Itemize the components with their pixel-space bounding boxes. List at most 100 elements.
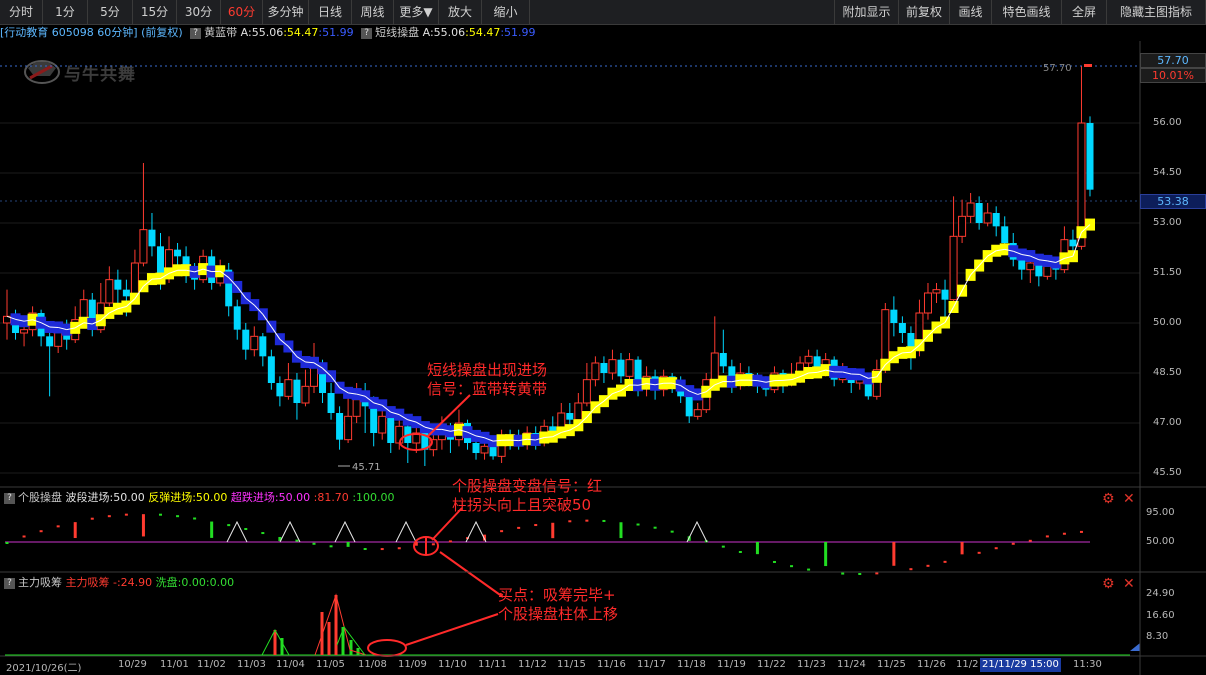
help-icon[interactable]: ? — [4, 577, 15, 589]
candle-body — [20, 329, 29, 334]
candle-body — [992, 213, 1000, 227]
annotation-short-signal: 短线操盘出现进场 信号：蓝带转黄带 — [427, 361, 547, 399]
oscillator-dot — [909, 568, 913, 571]
oscillator-dot — [380, 548, 384, 551]
oscillator-dot — [193, 517, 197, 520]
candle-body — [566, 413, 574, 420]
price-tick: 48.50 — [1153, 367, 1182, 378]
annotation-change-signal: 个股操盘变盘信号：红 柱拐头向上且突破50 — [452, 477, 602, 515]
x-axis-label: 11/16 — [597, 659, 626, 670]
p2-value1: :50.00 — [109, 491, 145, 504]
x-axis-label: 11/11 — [478, 659, 507, 670]
oscillator-dot — [534, 524, 538, 527]
oscillator-bar — [1028, 539, 1032, 542]
triangle-signal — [395, 520, 417, 543]
x-axis-label: 11/22 — [757, 659, 786, 670]
x-axis-label: 11/02 — [197, 659, 226, 670]
price-tick: 45.50 — [1153, 467, 1182, 478]
min-price-marker: 45.71 — [352, 462, 381, 473]
oscillator-dot — [244, 528, 248, 531]
candle-body — [617, 359, 625, 377]
p3-label2: 洗盘 — [155, 576, 178, 589]
x-axis-label: 11/12 — [518, 659, 547, 670]
panel2-close-icon[interactable]: ✕ — [1123, 491, 1135, 507]
annotation-line: 短线操盘出现进场 — [427, 361, 548, 379]
candle-body — [327, 393, 335, 414]
candle-body — [890, 309, 898, 324]
p3-value3: :0.00 — [205, 576, 235, 589]
candle-body — [949, 235, 958, 301]
panel3-close-icon[interactable]: ✕ — [1123, 576, 1135, 592]
x-axis-label: 11/17 — [637, 659, 666, 670]
candle-body — [156, 246, 164, 277]
oscillator-bar — [141, 514, 145, 537]
panel2-settings-icon[interactable]: ⚙ — [1102, 491, 1115, 507]
x-axis-label: 10/29 — [118, 659, 147, 670]
oscillator-dot — [772, 560, 776, 563]
x-axis-label: 11/10 — [438, 659, 467, 670]
oscillator-dot — [329, 545, 333, 548]
candle-body — [1026, 262, 1035, 271]
panel3-settings-icon[interactable]: ⚙ — [1102, 576, 1115, 592]
candle-body — [139, 229, 148, 264]
candle-body — [122, 289, 130, 297]
oscillator-dot — [90, 517, 94, 520]
oscillator-bar — [755, 542, 759, 555]
band-line — [902, 351, 911, 354]
candle-body — [276, 383, 284, 397]
candle-body — [591, 362, 600, 381]
triangle-signal — [279, 520, 301, 543]
oscillator-dot — [858, 573, 862, 576]
candle-body — [284, 379, 293, 397]
chart-canvas[interactable] — [0, 0, 1206, 675]
oscillator-dot — [1062, 532, 1066, 535]
oscillator-dot — [295, 539, 299, 542]
candle-body — [1018, 259, 1026, 270]
annotation-line: 买点：吸筹完毕+ — [498, 586, 616, 604]
candle-body — [983, 212, 992, 224]
oscillator-dot — [312, 542, 316, 545]
x-axis-label: 11/09 — [398, 659, 427, 670]
candle-body — [804, 355, 813, 364]
help-icon[interactable]: ? — [4, 492, 15, 504]
x-axis-label: 11/19 — [717, 659, 746, 670]
candle-body — [130, 262, 139, 297]
band-line — [527, 438, 536, 441]
oscillator-dot — [653, 526, 657, 529]
candle-body — [958, 215, 967, 237]
candle-body — [378, 415, 387, 434]
triangle-signal — [334, 520, 356, 543]
candle-body — [105, 279, 114, 304]
annotation-line: 信号：蓝带转黄带 — [427, 380, 548, 398]
oscillator-dot — [261, 532, 265, 535]
candle-body — [242, 329, 250, 350]
x-axis-label: 11/08 — [358, 659, 387, 670]
candle-body — [693, 409, 702, 417]
p2-tick: 50.00 — [1146, 536, 1175, 547]
price-tick: 54.50 — [1153, 167, 1182, 178]
oscillator-dot — [807, 568, 811, 571]
oscillator-dot — [363, 548, 367, 551]
oscillator-bar — [346, 542, 350, 547]
x-axis-label: 11/26 — [917, 659, 946, 670]
candle-body — [932, 289, 941, 294]
x-axis-label: 11/03 — [237, 659, 266, 670]
oscillator-dot — [1045, 535, 1049, 538]
current-price-badge: 53.38 — [1140, 194, 1206, 209]
candle-body — [148, 229, 156, 247]
price-tick: 50.00 — [1153, 317, 1182, 328]
panel3-title: 主力吸筹 — [18, 576, 62, 589]
corner-marker-icon — [1130, 643, 1140, 651]
candle-body — [1069, 239, 1077, 247]
x-axis-label: 11/18 — [677, 659, 706, 670]
triangle-signal — [465, 520, 487, 543]
oscillator-dot — [636, 523, 640, 526]
panel2-title: 个股操盘 — [18, 491, 62, 504]
band-line — [510, 439, 519, 442]
annotation-pointer — [439, 551, 504, 598]
oscillator-dot — [875, 572, 879, 575]
signal-ellipse — [367, 639, 407, 657]
oscillator-dot — [926, 564, 930, 567]
candle-body — [250, 335, 259, 351]
p3-value2: :0.00 — [177, 576, 206, 589]
